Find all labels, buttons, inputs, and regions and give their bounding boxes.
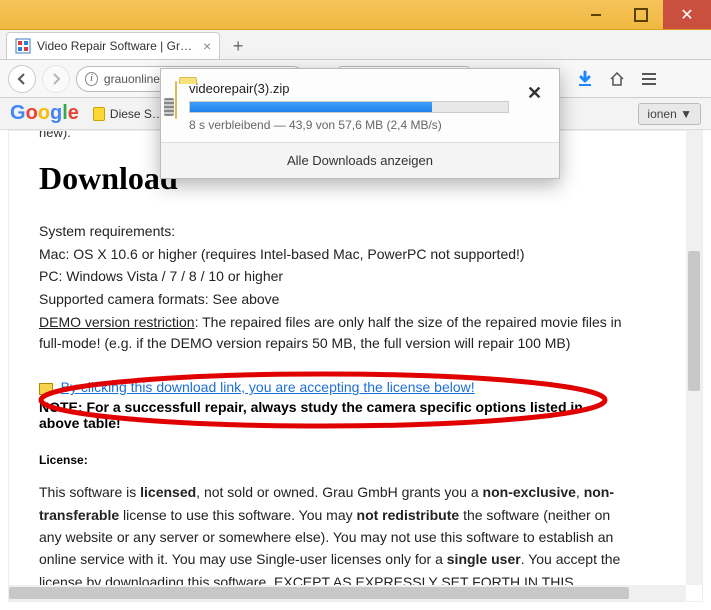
lock-icon xyxy=(93,107,105,121)
license-text: This software is licensed, not sold or o… xyxy=(39,481,627,602)
back-button[interactable] xyxy=(8,65,36,93)
page-content: new). Download System requirements: Mac:… xyxy=(9,130,657,602)
tab-close-icon[interactable]: × xyxy=(203,38,211,54)
bookmark-item[interactable]: Diese S… xyxy=(93,107,164,121)
package-icon xyxy=(39,383,53,395)
note-line: NOTE: For a successfull repair, always s… xyxy=(39,399,627,431)
tab-favicon xyxy=(15,38,31,54)
download-progress-bar xyxy=(189,101,509,113)
tab-strip: Video Repair Software | Grau… × + xyxy=(0,30,711,60)
menu-button[interactable] xyxy=(636,66,662,92)
home-button[interactable] xyxy=(604,66,630,92)
download-link-block: By clicking this download link, you are … xyxy=(39,379,627,431)
options-button[interactable]: ionen ▼ xyxy=(638,103,701,125)
new-tab-button[interactable]: + xyxy=(224,33,252,59)
arrow-right-icon xyxy=(50,73,62,85)
tab-title: Video Repair Software | Grau… xyxy=(37,39,197,53)
site-info-icon[interactable]: i xyxy=(85,72,98,86)
download-link[interactable]: By clicking this download link, you are … xyxy=(61,379,475,395)
bookmark-label: Diese S… xyxy=(110,107,164,121)
download-filename[interactable]: videorepair(3).zip xyxy=(189,81,509,96)
browser-tab[interactable]: Video Repair Software | Grau… × xyxy=(6,32,220,59)
show-all-downloads-button[interactable]: Alle Downloads anzeigen xyxy=(161,142,559,178)
req-line: Mac: OS X 10.6 or higher (requires Intel… xyxy=(39,244,627,266)
req-line: Supported camera formats: See above xyxy=(39,289,627,311)
download-popup: videorepair(3).zip 8 s verbleibend — 43,… xyxy=(160,68,560,179)
window-minimize-button[interactable] xyxy=(573,0,618,29)
req-line: PC: Windows Vista / 7 / 8 / 10 or higher xyxy=(39,266,627,288)
download-status: 8 s verbleibend — 43,9 von 57,6 MB (2,4 … xyxy=(189,118,509,132)
arrow-left-icon xyxy=(16,73,28,85)
horizontal-scrollbar[interactable] xyxy=(9,585,686,601)
download-cancel-button[interactable]: ✕ xyxy=(521,81,548,106)
window-close-button[interactable]: ✕ xyxy=(663,0,711,29)
window-titlebar: ✕ xyxy=(0,0,711,30)
window-maximize-button[interactable] xyxy=(618,0,663,29)
vertical-scrollbar[interactable] xyxy=(686,131,702,585)
license-heading: License: xyxy=(39,453,627,467)
zip-file-icon xyxy=(175,81,177,119)
req-line: System requirements: xyxy=(39,221,627,243)
page-viewport[interactable]: new). Download System requirements: Mac:… xyxy=(8,130,703,602)
downloads-button[interactable] xyxy=(572,66,598,92)
requirements-block: System requirements: Mac: OS X 10.6 or h… xyxy=(39,221,627,355)
forward-button[interactable] xyxy=(42,65,70,93)
google-logo[interactable]: Google xyxy=(10,102,79,125)
req-line: DEMO version restriction: The repaired f… xyxy=(39,312,627,355)
